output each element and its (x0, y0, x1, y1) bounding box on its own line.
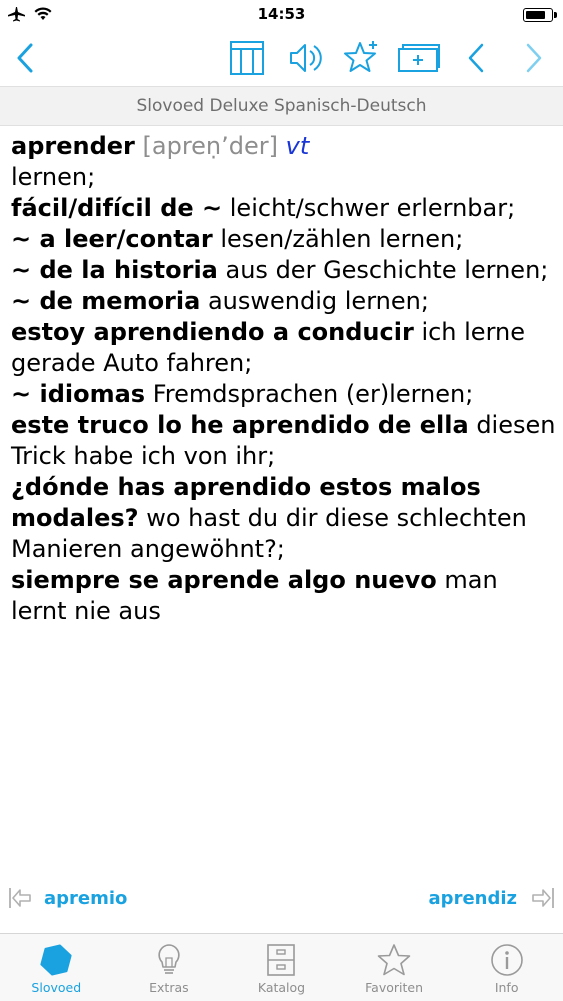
example-german: auswendig lernen; (207, 287, 429, 315)
tab-info[interactable]: Info (450, 934, 563, 1001)
example-german: lesen/zählen lernen; (220, 225, 464, 253)
toolbar (0, 30, 563, 86)
example: ~ a leer/contar lesen/zählen lernen; (11, 224, 556, 255)
previous-word-link[interactable]: apremio (8, 886, 127, 910)
back-button[interactable] (4, 36, 48, 80)
tab-extras[interactable]: Extras (113, 934, 226, 1001)
battery-level (526, 11, 545, 19)
entry-header: aprender [apreṇ’der] vt (11, 131, 556, 162)
example: ~ de la historia aus der Geschichte lern… (11, 255, 556, 286)
tab-katalog[interactable]: Katalog (225, 934, 338, 1001)
word-navigation: apremio aprendiz (0, 878, 563, 922)
status-bar: 14:53 (0, 0, 563, 30)
star-plus-icon (344, 41, 377, 72)
chevron-right-icon (526, 43, 542, 73)
example-spanish: estoy aprendiendo a conducir (11, 318, 414, 346)
sound-button[interactable] (283, 36, 327, 80)
example: siempre se aprende algo nuevo man lernt … (11, 565, 556, 627)
example: fácil/difícil de ~ leicht/schwer erlernb… (11, 193, 556, 224)
lightbulb-icon (151, 942, 187, 978)
slovoed-icon (38, 942, 74, 978)
info-icon (489, 942, 525, 978)
cabinet-icon (263, 942, 299, 978)
card-plus-icon (398, 44, 440, 72)
example-spanish: este truco lo he aprendido de ella (11, 411, 469, 439)
tab-label: Favoriten (365, 980, 424, 995)
next-entry-button[interactable] (511, 36, 555, 80)
tab-label: Extras (149, 980, 189, 995)
example-german: leicht/schwer erlernbar; (229, 194, 516, 222)
example-spanish: ~ a leer/contar (11, 225, 213, 253)
table-layout-icon (230, 41, 264, 75)
entry-translation: lernen; (11, 163, 96, 191)
example: ~ de memoria auswendig lernen; (11, 286, 556, 317)
example-german: aus der Geschichte lernen; (225, 256, 549, 284)
transcription: [apreṇ’der] (142, 132, 278, 160)
tab-bar: Slovoed Extras Katalog Favoriten Info (0, 933, 563, 1001)
star-icon (376, 942, 412, 978)
example-german: Fremdsprachen (er)lernen; (152, 380, 474, 408)
example-spanish: ~ de la historia (11, 256, 218, 284)
next-word-link[interactable]: aprendiz (429, 886, 555, 910)
headword: aprender (11, 132, 135, 160)
battery-icon (523, 8, 557, 22)
previous-word: apremio (44, 887, 128, 909)
example: ¿dónde has aprendido estos malos modales… (11, 472, 556, 565)
tab-label: Slovoed (31, 980, 82, 995)
add-card-button[interactable] (397, 36, 441, 80)
example: ~ idiomas Fremdsprachen (er)lernen; (11, 379, 556, 410)
speaker-icon (290, 44, 322, 72)
example: estoy aprendiendo a conducir ich lerne g… (11, 317, 556, 379)
arrow-right-bar-icon (532, 888, 554, 908)
part-of-speech: vt (285, 132, 310, 160)
chevron-left-icon (17, 43, 33, 73)
example-spanish: siempre se aprende algo nuevo (11, 566, 437, 594)
dictionary-title: Slovoed Deluxe Spanisch-Deutsch (0, 86, 563, 126)
example-spanish: ~ idiomas (11, 380, 146, 408)
chevron-left-icon (468, 43, 484, 73)
tab-label: Katalog (257, 980, 306, 995)
add-favorite-button[interactable] (340, 36, 384, 80)
example-spanish: ~ de memoria (11, 287, 201, 315)
arrow-left-bar-icon (9, 888, 31, 908)
next-word: aprendiz (428, 887, 517, 909)
tab-label: Info (494, 980, 519, 995)
tab-favoriten[interactable]: Favoriten (338, 934, 451, 1001)
tab-slovoed[interactable]: Slovoed (0, 934, 113, 1001)
dictionary-entry: aprender [apreṇ’der] vt lernen; fácil/di… (11, 131, 556, 627)
example-spanish: fácil/difícil de ~ (11, 194, 223, 222)
layout-button[interactable] (225, 36, 269, 80)
status-time: 14:53 (257, 5, 306, 23)
example: este truco lo he aprendido de ella diese… (11, 410, 556, 472)
previous-entry-button[interactable] (455, 36, 499, 80)
